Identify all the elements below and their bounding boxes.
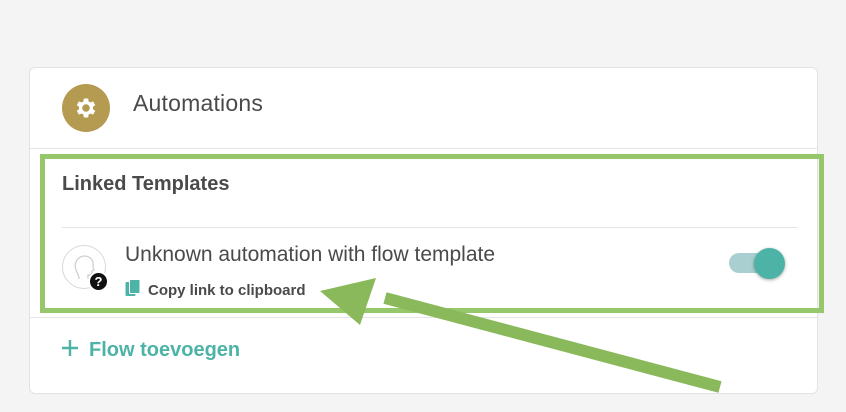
copy-link-label: Copy link to clipboard (148, 282, 306, 299)
copy-link-button[interactable]: Copy link to clipboard (125, 279, 306, 302)
clipboard-icon (125, 279, 141, 302)
linked-templates-heading: Linked Templates (62, 173, 230, 195)
template-enabled-toggle[interactable] (729, 248, 789, 279)
card-title: Automations (133, 90, 264, 116)
question-badge-icon: ? (88, 271, 109, 292)
template-title: Unknown automation with flow template (125, 243, 496, 266)
plus-icon (61, 339, 79, 362)
section-divider (62, 227, 798, 228)
automations-card: Automations Linked Templates ? Unknown a… (29, 67, 818, 394)
footer-divider (30, 317, 817, 318)
card-header: Automations (30, 68, 817, 149)
add-flow-label: Flow toevoegen (89, 339, 241, 361)
toggle-knob (754, 248, 785, 279)
add-flow-button[interactable]: Flow toevoegen (61, 339, 240, 362)
gear-icon (62, 84, 110, 132)
